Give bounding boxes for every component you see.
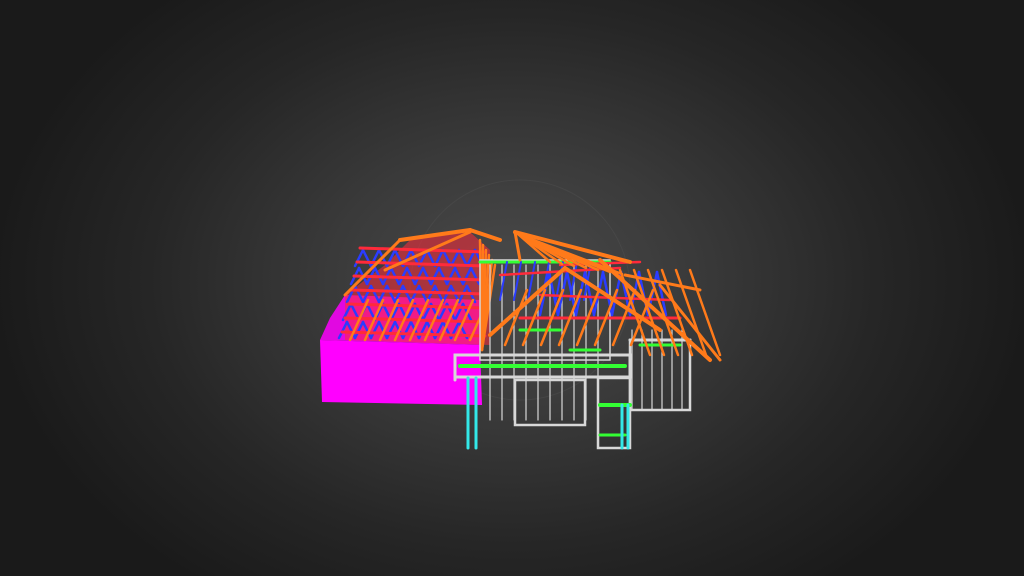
blue-brace bbox=[513, 261, 522, 301]
model-scene[interactable] bbox=[0, 0, 1024, 576]
wall-frame bbox=[628, 338, 692, 412]
3d-viewport[interactable] bbox=[0, 0, 1024, 576]
rafter bbox=[618, 268, 652, 357]
wall-front bbox=[320, 340, 482, 405]
hip-rafter bbox=[488, 266, 567, 337]
cyan-posts bbox=[466, 376, 630, 450]
wall-frame bbox=[596, 376, 632, 450]
blue-brace bbox=[499, 261, 508, 301]
left-roof bbox=[337, 228, 502, 352]
